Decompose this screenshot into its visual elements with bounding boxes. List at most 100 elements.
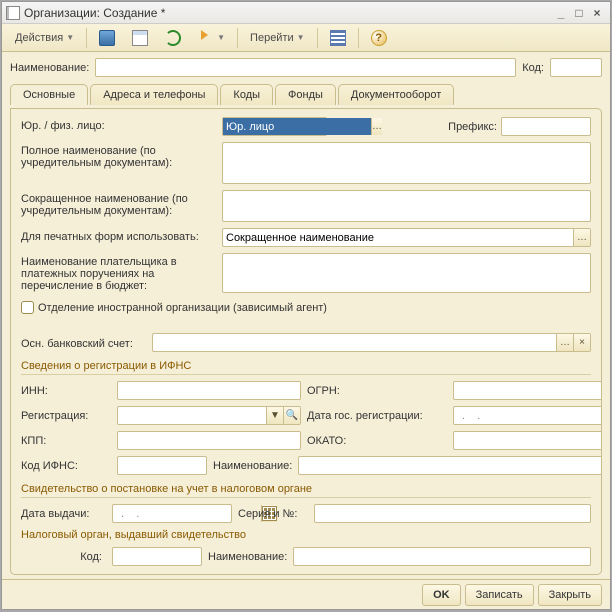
ellipsis-button[interactable]: … (573, 229, 590, 246)
goto-label: Перейти (250, 32, 294, 44)
run-button[interactable]: ▼ (191, 27, 232, 49)
registration-value (118, 407, 266, 424)
ifns-name-label: Наименование: (213, 460, 292, 472)
full-name-input[interactable] (222, 142, 591, 184)
kpp-input[interactable] (117, 431, 301, 450)
print-forms-value (223, 229, 573, 246)
window: Организации: Создание * _ □ × Действия ▼… (1, 1, 611, 610)
tab-codes[interactable]: Коды (220, 84, 273, 105)
tab-docflow[interactable]: Документооборот (338, 84, 454, 105)
bank-account-select[interactable]: … × (152, 333, 591, 352)
chevron-down-icon: ▼ (297, 33, 305, 42)
cert-code-label: Код: (21, 551, 106, 563)
play-icon (198, 30, 214, 46)
ifns-code-label: Код ИФНС: (21, 460, 111, 472)
maximize-button[interactable]: □ (570, 6, 588, 20)
ellipsis-button[interactable]: … (371, 118, 382, 135)
titlebar: Организации: Создание * _ □ × (2, 2, 610, 24)
foreign-branch-label: Отделение иностранной организации (завис… (38, 302, 327, 314)
prefix-input[interactable] (501, 117, 591, 136)
clear-button[interactable]: × (573, 334, 590, 351)
help-button[interactable]: ? (364, 27, 394, 49)
ifns-grid: ИНН: ОГРН: Регистрация: ▼ 🔍 Дата гос. ре… (21, 381, 591, 475)
refresh-button[interactable] (158, 27, 188, 49)
print-forms-select[interactable]: … (222, 228, 591, 247)
cert-series-input[interactable] (314, 504, 591, 523)
entity-type-value (223, 118, 371, 135)
reg-date-input[interactable] (453, 406, 602, 425)
short-name-label: Сокращенное наименование (по учредительн… (21, 193, 188, 217)
toolbar-separator (86, 28, 87, 48)
cert-name-label: Наименование: (208, 551, 287, 563)
cert-name-input[interactable] (293, 547, 591, 566)
foreign-branch-checkbox[interactable] (21, 301, 34, 314)
toolbar-separator (358, 28, 359, 48)
save-icon (99, 30, 115, 46)
kpp-label: КПП: (21, 435, 111, 447)
bank-account-label: Осн. банковский счет: (21, 338, 133, 350)
inn-input[interactable] (117, 381, 301, 400)
tab-funds[interactable]: Фонды (275, 84, 336, 105)
minimize-button[interactable]: _ (552, 6, 570, 20)
cert-issue-date-input[interactable] (112, 504, 232, 523)
tab-addresses[interactable]: Адреса и телефоны (90, 84, 218, 105)
ogrn-input[interactable] (453, 381, 602, 400)
save-button[interactable]: Записать (465, 584, 534, 606)
header-row: Наименование: Код: (10, 58, 602, 77)
ellipsis-button[interactable]: … (556, 334, 573, 351)
toolbar-separator (237, 28, 238, 48)
save-button[interactable] (92, 27, 122, 49)
refresh-icon (165, 30, 181, 46)
help-icon: ? (371, 30, 387, 46)
document-icon (6, 6, 20, 20)
close-button[interactable]: Закрыть (538, 584, 602, 606)
bank-account-value (153, 334, 556, 351)
code-input[interactable] (550, 58, 602, 77)
dropdown-button[interactable]: ▼ (266, 407, 283, 424)
print-forms-label: Для печатных форм использовать: (21, 231, 199, 243)
footer: OK Записать Закрыть (2, 579, 610, 609)
list-button[interactable] (323, 27, 353, 49)
foreign-branch-checkbox-row: Отделение иностранной организации (завис… (21, 301, 591, 314)
name-label: Наименование: (10, 62, 89, 74)
short-name-input[interactable] (222, 190, 591, 222)
form-body: Наименование: Код: Основные Адреса и тел… (2, 52, 610, 579)
toolbar-separator (317, 28, 318, 48)
okato-input[interactable] (453, 431, 602, 450)
actions-menu[interactable]: Действия ▼ (8, 27, 81, 49)
ifns-name-input[interactable] (298, 456, 602, 475)
cert-issuing-body-label: Налоговый орган, выдавший свидетельство (21, 529, 591, 541)
code-label: Код: (522, 62, 544, 74)
full-name-label: Полное наименование (по учредительным до… (21, 145, 172, 169)
ifns-section-title: Сведения о регистрации в ИФНС (21, 360, 591, 375)
cert-section-title: Свидетельство о постановке на учет в нал… (21, 483, 591, 498)
cert-issue-date-label: Дата выдачи: (21, 508, 106, 520)
name-input[interactable] (95, 58, 516, 77)
cert-grid: Дата выдачи: Серия и №: Налоговый орган,… (21, 504, 591, 566)
cert-series-label: Серия и №: (238, 508, 308, 520)
entity-type-label: Юр. / физ. лицо: (21, 120, 105, 132)
chevron-down-icon: ▼ (217, 33, 225, 42)
doc-button[interactable] (125, 27, 155, 49)
reg-date-value (454, 407, 602, 424)
tab-panel-main: Юр. / физ. лицо: … Префикс: Полное наиме… (10, 108, 602, 575)
inn-label: ИНН: (21, 385, 111, 397)
cert-code-input[interactable] (112, 547, 202, 566)
prefix-label: Префикс: (448, 121, 497, 133)
toolbar: Действия ▼ ▼ Перейти ▼ ? (2, 24, 610, 52)
window-title: Организации: Создание * (24, 6, 552, 20)
goto-menu[interactable]: Перейти ▼ (243, 27, 312, 49)
payer-name-input[interactable] (222, 253, 591, 293)
registration-select[interactable]: ▼ 🔍 (117, 406, 301, 425)
tab-main[interactable]: Основные (10, 84, 88, 105)
doc-icon (132, 30, 148, 46)
actions-label: Действия (15, 32, 63, 44)
ifns-code-input[interactable] (117, 456, 207, 475)
search-button[interactable]: 🔍 (283, 407, 300, 424)
entity-type-select[interactable]: … (222, 117, 327, 136)
chevron-down-icon: ▼ (66, 33, 74, 42)
ogrn-label: ОГРН: (307, 385, 447, 397)
ok-button[interactable]: OK (422, 584, 461, 606)
close-window-button[interactable]: × (588, 6, 606, 20)
payer-name-label: Наименование плательщика в платежных пор… (21, 256, 177, 292)
